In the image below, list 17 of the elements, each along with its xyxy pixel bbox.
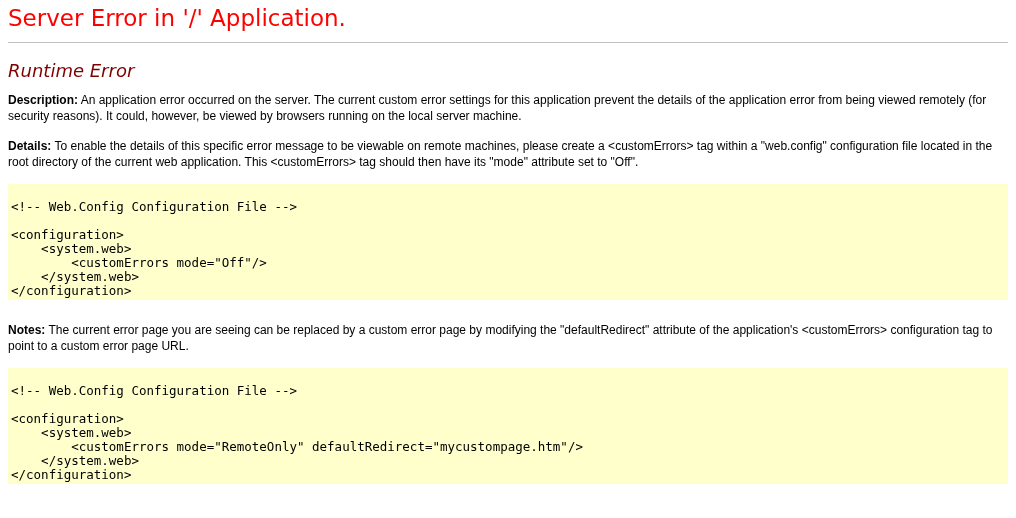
code-line: <system.web> — [41, 242, 132, 256]
error-paragraph: Description: An application error occurred on the server. The current custom error settings for this application prevent the details of the application error from being viewed remotely (for security reasons). It could, however, be viewed by browsers running on the local server machine. — [8, 92, 988, 124]
code-line: </configuration> — [11, 468, 132, 482]
code-line: <customErrors mode="RemoteOnly" defaultRedirect="mycustompage.htm"/> — [71, 440, 583, 454]
code-line: </system.web> — [40, 270, 139, 284]
code-line: </system.web> — [40, 454, 139, 468]
page-title: Server Error in '/' Application. — [8, 4, 346, 33]
error-paragraph: Details: To enable the details of this specific error message to be viewable on remote machines, please create a <customErrors> tag within a "web.config" configuration file located in the root directory of the current web application. This <customErrors> tag should then have its "mode" attribute set to "Off". — [8, 138, 994, 170]
code-line: <configuration> — [11, 412, 124, 426]
error-heading: Runtime Error — [8, 59, 135, 83]
code-line: </configuration> — [11, 284, 132, 298]
code-comment: <!-- Web.Config Configuration File --> — [11, 200, 297, 214]
code-comment: <!-- Web.Config Configuration File --> — [11, 384, 297, 398]
code-line: <configuration> — [11, 228, 124, 242]
error-paragraph: Notes: The current error page you are seeing can be replaced by a custom error page by modifying the "defaultRedirect" attribute of the application's <customErrors> configuration tag to point to a custom error page URL. — [8, 322, 994, 354]
code-line: <customErrors mode="Off"/> — [71, 256, 267, 270]
code-line: <system.web> — [41, 426, 132, 440]
